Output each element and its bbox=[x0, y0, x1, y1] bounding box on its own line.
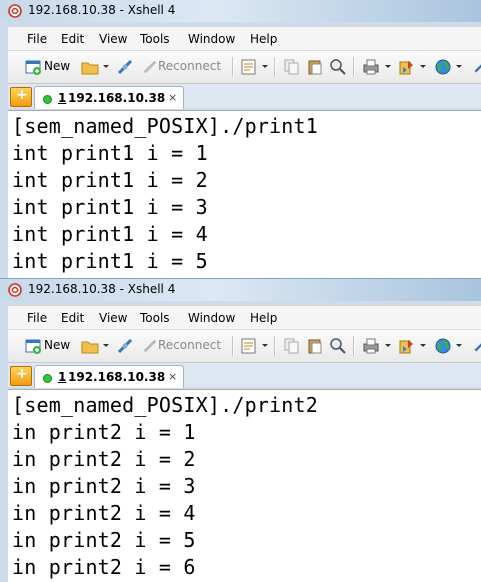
menu-edit[interactable]: Edit bbox=[61, 32, 84, 46]
terminal-line: int print1 i = 3 bbox=[12, 195, 208, 219]
tab-bar: + 1 192.168.10.38 × bbox=[8, 84, 481, 109]
chevron-down-icon[interactable] bbox=[456, 344, 462, 347]
session-tab[interactable]: 1 192.168.10.38 × bbox=[34, 365, 184, 388]
menu-file[interactable]: File bbox=[27, 32, 47, 46]
copy-icon bbox=[284, 59, 299, 75]
globe-icon[interactable] bbox=[434, 337, 452, 355]
add-tab-icon[interactable]: + bbox=[10, 87, 32, 107]
find-icon[interactable] bbox=[329, 337, 347, 355]
connected-status-icon bbox=[43, 95, 52, 104]
window-title: 192.168.10.38 - Xshell 4 bbox=[28, 282, 176, 296]
session-tab[interactable]: 1 192.168.10.38 × bbox=[34, 86, 184, 109]
chevron-down-icon[interactable] bbox=[262, 344, 268, 347]
title-bar[interactable]: 192.168.10.38 - Xshell 4 bbox=[0, 279, 481, 301]
menu-file[interactable]: File bbox=[27, 311, 47, 325]
terminal-line: in print2 i = 2 bbox=[12, 447, 196, 471]
toolbar-divider bbox=[353, 336, 355, 356]
new-session-icon[interactable] bbox=[24, 337, 42, 355]
new-session-icon[interactable] bbox=[24, 58, 42, 76]
menu-view[interactable]: View bbox=[99, 32, 127, 46]
terminal-line: int print1 i = 5 bbox=[12, 249, 208, 273]
print-icon[interactable] bbox=[362, 58, 380, 76]
toolbar-divider bbox=[353, 57, 355, 77]
xshell-window-2: 192.168.10.38 - Xshell 4 File Edit View … bbox=[0, 279, 481, 582]
new-button[interactable]: New bbox=[44, 338, 70, 352]
connect-icon[interactable] bbox=[116, 337, 134, 355]
chevron-down-icon[interactable] bbox=[385, 65, 391, 68]
terminal-line: [sem_named_POSIX]./print2 bbox=[12, 393, 319, 417]
close-icon[interactable]: × bbox=[168, 370, 177, 383]
print-icon[interactable] bbox=[362, 337, 380, 355]
tab-label: 192.168.10.38 bbox=[68, 370, 166, 384]
open-folder-icon[interactable] bbox=[81, 58, 99, 76]
tab-bar: + 1 192.168.10.38 × bbox=[8, 363, 481, 388]
open-folder-icon[interactable] bbox=[81, 337, 99, 355]
menu-window[interactable]: Window bbox=[188, 32, 235, 46]
terminal-line: int print1 i = 4 bbox=[12, 222, 208, 246]
xshell-window-1: 192.168.10.38 - Xshell 4 File Edit View … bbox=[0, 0, 481, 278]
window-title: 192.168.10.38 - Xshell 4 bbox=[28, 3, 176, 17]
transfer-icon[interactable] bbox=[398, 337, 416, 355]
connected-status-icon bbox=[43, 374, 52, 383]
chevron-down-icon[interactable] bbox=[420, 65, 426, 68]
terminal-line: in print2 i = 6 bbox=[12, 555, 196, 579]
terminal-line: in print2 i = 3 bbox=[12, 474, 196, 498]
xshell-app-icon bbox=[8, 283, 22, 297]
tab-number: 1 bbox=[58, 91, 67, 105]
paste-icon[interactable] bbox=[306, 337, 324, 355]
chevron-down-icon[interactable] bbox=[385, 344, 391, 347]
menu-edit[interactable]: Edit bbox=[61, 311, 84, 325]
toolbar-divider bbox=[274, 336, 276, 356]
menu-bar: File Edit View Tools Window Help bbox=[8, 305, 481, 330]
menu-help[interactable]: Help bbox=[250, 311, 277, 325]
terminal-line: in print2 i = 5 bbox=[12, 528, 196, 552]
connect-icon[interactable] bbox=[473, 337, 481, 355]
add-tab-icon[interactable]: + bbox=[10, 366, 32, 386]
chevron-down-icon[interactable] bbox=[262, 65, 268, 68]
paste-icon[interactable] bbox=[306, 58, 324, 76]
chevron-down-icon[interactable] bbox=[420, 344, 426, 347]
properties-icon[interactable] bbox=[240, 337, 258, 355]
terminal-line: in print2 i = 1 bbox=[12, 420, 196, 444]
terminal-output[interactable]: [sem_named_POSIX]./print1 int print1 i =… bbox=[8, 110, 481, 278]
connect-icon[interactable] bbox=[473, 58, 481, 76]
chevron-down-icon[interactable] bbox=[103, 344, 109, 347]
connect-icon[interactable] bbox=[116, 58, 134, 76]
globe-icon[interactable] bbox=[434, 58, 452, 76]
close-icon[interactable]: × bbox=[168, 91, 177, 104]
xshell-app-icon bbox=[8, 4, 22, 18]
tab-label: 192.168.10.38 bbox=[68, 91, 166, 105]
menu-tools[interactable]: Tools bbox=[140, 32, 170, 46]
menu-tools[interactable]: Tools bbox=[140, 311, 170, 325]
menu-view[interactable]: View bbox=[99, 311, 127, 325]
reconnect-button: Reconnect bbox=[158, 59, 222, 73]
toolbar-divider bbox=[232, 57, 234, 77]
terminal-output[interactable]: [sem_named_POSIX]./print2 in print2 i = … bbox=[8, 389, 481, 582]
terminal-line: int print1 i = 1 bbox=[12, 141, 208, 165]
chevron-down-icon[interactable] bbox=[103, 65, 109, 68]
tab-number: 1 bbox=[58, 370, 67, 384]
reconnect-icon bbox=[143, 339, 157, 353]
terminal-line: int print1 i = 2 bbox=[12, 168, 208, 192]
find-icon[interactable] bbox=[329, 58, 347, 76]
menu-help[interactable]: Help bbox=[250, 32, 277, 46]
chevron-down-icon[interactable] bbox=[456, 65, 462, 68]
transfer-icon[interactable] bbox=[398, 58, 416, 76]
terminal-line: in print2 i = 4 bbox=[12, 501, 196, 525]
toolbar-divider bbox=[274, 57, 276, 77]
toolbar: New Reconnect bbox=[8, 50, 481, 84]
terminal-line: [sem_named_POSIX]./print1 bbox=[12, 114, 319, 138]
menu-window[interactable]: Window bbox=[188, 311, 235, 325]
menu-bar: File Edit View Tools Window Help bbox=[8, 26, 481, 51]
copy-icon bbox=[284, 338, 299, 354]
reconnect-button: Reconnect bbox=[158, 338, 222, 352]
toolbar: New Reconnect bbox=[8, 329, 481, 363]
title-bar[interactable]: 192.168.10.38 - Xshell 4 bbox=[0, 0, 481, 22]
properties-icon[interactable] bbox=[240, 58, 258, 76]
toolbar-divider bbox=[232, 336, 234, 356]
reconnect-icon bbox=[143, 60, 157, 74]
new-button[interactable]: New bbox=[44, 59, 70, 73]
